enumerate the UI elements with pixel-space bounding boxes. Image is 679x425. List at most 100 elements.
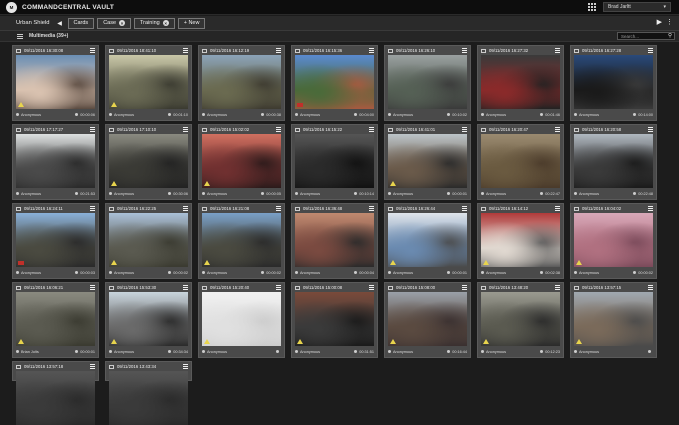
video-thumbnail[interactable] [388,292,467,346]
card-menu-icon[interactable] [276,48,281,53]
media-card[interactable]: 09/11/2016 16:30:08 Anonymous 00:00:06 [12,45,99,121]
tab-training[interactable]: Training × [134,17,175,29]
card-menu-icon[interactable] [183,364,188,369]
video-thumbnail[interactable] [109,292,188,346]
video-thumbnail[interactable] [481,55,560,109]
card-menu-icon[interactable] [648,206,653,211]
close-icon[interactable]: × [162,20,169,26]
card-menu-icon[interactable] [183,206,188,211]
card-menu-icon[interactable] [183,127,188,132]
video-thumbnail[interactable] [295,134,374,188]
media-card[interactable]: 09/11/2016 16:22:25 Anonymous 00:00:02 [105,203,192,279]
media-card[interactable]: 09/11/2016 15:20:40 Anonymous [198,282,285,358]
media-card[interactable]: 09/11/2016 16:27:28 Anonymous 00:14:00 [570,45,657,121]
card-menu-icon[interactable] [648,127,653,132]
media-card[interactable]: 09/11/2016 16:36:48 Anonymous 00:00:04 [291,203,378,279]
card-menu-icon[interactable] [555,127,560,132]
card-menu-icon[interactable] [462,127,467,132]
forward-arrow-icon[interactable]: ▶ [657,18,662,26]
media-card[interactable]: 09/11/2016 13:43:34 [105,361,192,425]
card-menu-icon[interactable] [276,127,281,132]
media-card[interactable]: 09/11/2016 15:02:02 Anonymous 00:00:05 [198,124,285,200]
card-menu-icon[interactable] [648,285,653,290]
new-tab-button[interactable]: + New [177,17,206,29]
user-dropdown[interactable]: Brad Jarltt ▾ [603,2,671,12]
menu-icon[interactable] [17,33,23,39]
video-thumbnail[interactable] [574,55,653,109]
media-card[interactable]: 09/11/2016 16:04:02 Anonymous 00:00:02 [570,203,657,279]
card-menu-icon[interactable] [462,48,467,53]
more-vertical-icon[interactable]: ⋮ [666,18,673,26]
video-thumbnail[interactable] [16,213,95,267]
video-thumbnail[interactable] [16,134,95,188]
card-menu-icon[interactable] [369,48,374,53]
media-card[interactable]: 09/11/2016 16:14:12 Anonymous 00:02:38 [477,203,564,279]
card-menu-icon[interactable] [369,285,374,290]
media-card[interactable]: 09/11/2016 15:00:08 Anonymous 00:31:51 [291,282,378,358]
card-menu-icon[interactable] [90,285,95,290]
media-card[interactable]: 09/11/2016 16:41:01 Anonymous 00:00:01 [384,124,471,200]
apps-grid-icon[interactable] [588,2,597,12]
video-thumbnail[interactable] [574,213,653,267]
video-thumbnail[interactable] [202,292,281,346]
video-thumbnail[interactable] [574,134,653,188]
card-menu-icon[interactable] [555,285,560,290]
media-card[interactable]: 09/11/2016 16:27:32 Anonymous 00:01:46 [477,45,564,121]
card-menu-icon[interactable] [369,127,374,132]
media-card[interactable]: 09/11/2016 16:24:11 Anonymous 00:00:03 [12,203,99,279]
video-thumbnail[interactable] [109,55,188,109]
card-menu-icon[interactable] [183,48,188,53]
card-menu-icon[interactable] [648,48,653,53]
media-card[interactable]: 09/11/2016 17:17:27 Anonymous 00:21:53 [12,124,99,200]
video-thumbnail[interactable] [16,371,95,425]
card-menu-icon[interactable] [90,48,95,53]
media-card[interactable]: 09/11/2016 16:15:22 Anonymous 00:10:14 [291,124,378,200]
card-menu-icon[interactable] [276,206,281,211]
media-card[interactable]: 09/11/2016 15:53:30 Anonymous 00:34:34 [105,282,192,358]
video-thumbnail[interactable] [16,292,95,346]
search-input[interactable]: Search... ⚲ [617,32,675,40]
card-menu-icon[interactable] [369,206,374,211]
video-thumbnail[interactable] [202,213,281,267]
video-thumbnail[interactable] [481,134,560,188]
video-thumbnail[interactable] [481,213,560,267]
search-icon[interactable]: ⚲ [668,33,672,39]
media-card[interactable]: 09/11/2016 17:10:10 Anonymous 00:30:06 [105,124,192,200]
tab-cards[interactable]: Cards [67,17,95,29]
card-menu-icon[interactable] [90,206,95,211]
media-card[interactable]: 09/11/2016 15:08:00 Anonymous 00:16:44 [384,282,471,358]
card-menu-icon[interactable] [90,127,95,132]
media-card[interactable]: 09/11/2016 16:15:36 Anonymous 00:04:00 [291,45,378,121]
video-thumbnail[interactable] [388,55,467,109]
breadcrumb[interactable]: Urban Shield [16,20,50,26]
video-thumbnail[interactable] [109,134,188,188]
video-thumbnail[interactable] [388,134,467,188]
card-menu-icon[interactable] [276,285,281,290]
video-thumbnail[interactable] [295,292,374,346]
card-menu-icon[interactable] [462,206,467,211]
video-thumbnail[interactable] [295,213,374,267]
card-menu-icon[interactable] [555,48,560,53]
video-thumbnail[interactable] [388,213,467,267]
video-thumbnail[interactable] [481,292,560,346]
media-card[interactable]: 09/11/2016 16:12:19 Anonymous 00:00:38 [198,45,285,121]
media-card[interactable]: 09/11/2016 16:20:58 Anonymous 00:22:48 [570,124,657,200]
media-card[interactable]: 09/11/2016 16:20:47 Anonymous 00:22:47 [477,124,564,200]
media-card[interactable]: 09/11/2016 16:26:44 Anonymous 00:00:01 [384,203,471,279]
media-card[interactable]: 09/11/2016 16:26:10 Anonymous 00:10:02 [384,45,471,121]
back-arrow-icon[interactable]: ◀ [55,18,65,29]
media-card[interactable]: 09/11/2016 13:57:18 [12,361,99,425]
media-card[interactable]: 09/11/2016 13:48:20 Anonymous 00:12:23 [477,282,564,358]
media-card[interactable]: 09/11/2016 16:21:08 Anonymous 00:00:02 [198,203,285,279]
video-thumbnail[interactable] [295,55,374,109]
video-thumbnail[interactable] [202,134,281,188]
tab-case[interactable]: Case × [97,17,132,29]
card-menu-icon[interactable] [555,206,560,211]
card-menu-icon[interactable] [90,364,95,369]
media-card[interactable]: 09/11/2016 13:57:15 Anonymous [570,282,657,358]
media-card[interactable]: 09/11/2016 18:41:10 Anonymous 00:01:10 [105,45,192,121]
video-thumbnail[interactable] [109,213,188,267]
close-icon[interactable]: × [119,20,126,26]
video-thumbnail[interactable] [16,55,95,109]
video-thumbnail[interactable] [202,55,281,109]
